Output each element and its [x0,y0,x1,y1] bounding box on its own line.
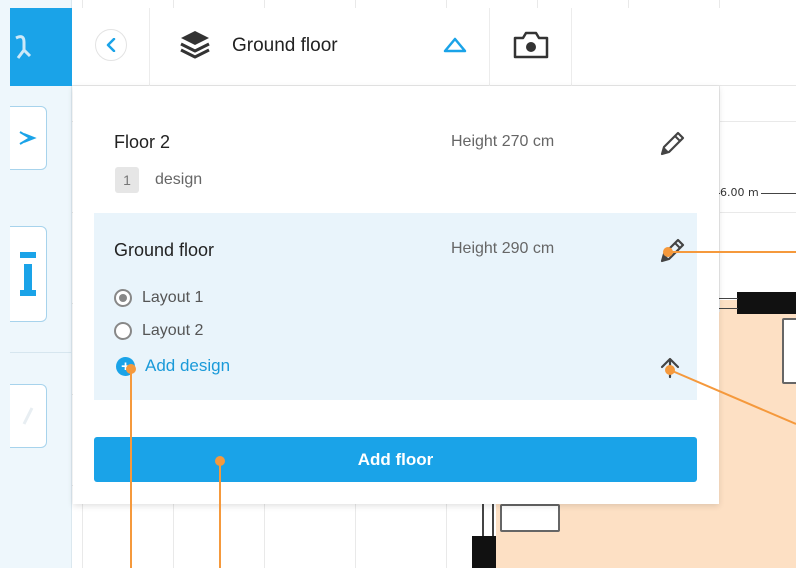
design-count-badge: 1 [115,167,139,193]
tool-button-edit[interactable] [10,384,47,448]
callout-line [130,368,132,568]
wall-line [492,504,494,536]
layers-icon [180,31,210,59]
layout-label: Layout 2 [142,322,204,339]
add-design-label: Add design [145,356,231,375]
radio-button-checked[interactable] [114,289,132,307]
left-toolbar [0,0,72,568]
pencil-icon[interactable] [656,128,688,160]
callout-dot [663,247,673,257]
person-icon [15,35,32,59]
triangle-up-icon[interactable] [442,36,468,54]
floor-height: Height 270 cm [451,133,555,150]
design-label: design [155,171,203,188]
info-icon [20,252,36,296]
floor-name[interactable]: Floor 2 [114,132,170,153]
chevron-left-icon [106,38,116,52]
wall-line [482,504,484,536]
divider [10,352,72,353]
current-floor-title[interactable]: Ground floor [232,35,338,57]
layout-option[interactable]: Layout 1 [114,289,203,307]
wall-segment [472,536,496,568]
add-floor-button[interactable]: Add floor [94,437,697,482]
wall-segment [737,292,796,314]
radio-button[interactable] [114,322,132,340]
callout-line [668,251,796,253]
floor-name[interactable]: Ground floor [114,240,214,261]
floorplan-icon [19,131,37,145]
camera-icon[interactable] [512,30,550,60]
callout-line [665,365,796,425]
layout-option[interactable]: Layout 2 [114,322,203,340]
wall-line [718,308,738,309]
furniture-item[interactable] [500,504,560,532]
back-button[interactable] [95,29,127,61]
callout-dot [126,364,136,374]
floor-height: Height 290 cm [451,240,555,257]
callout-dot [215,456,225,466]
layout-label: Layout 1 [142,289,204,306]
tool-button-info[interactable] [10,226,47,322]
callout-line [219,461,221,568]
dimension-label: 6.00 m [720,186,761,199]
wall-line [718,298,738,299]
tool-button-floorplan[interactable] [10,106,47,170]
left-toolbar-header[interactable] [10,8,72,86]
slash-icon [22,407,34,425]
